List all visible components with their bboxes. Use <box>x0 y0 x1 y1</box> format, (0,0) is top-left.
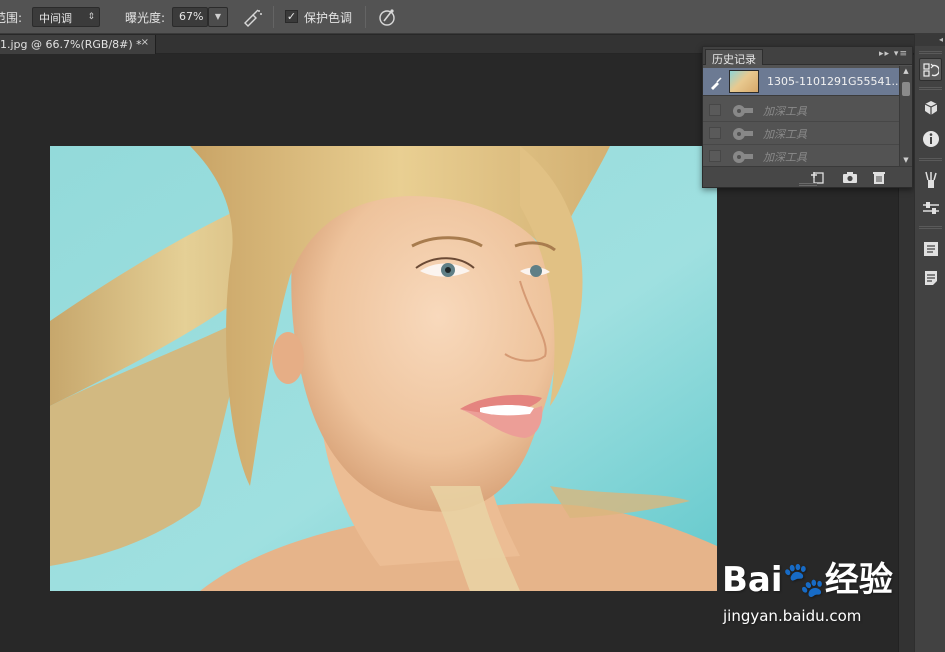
panel-resize-grip[interactable] <box>799 183 817 186</box>
history-step[interactable]: 加深工具 <box>703 99 899 122</box>
select-arrows-icon: ⇕ <box>87 12 95 22</box>
history-step-label: 加深工具 <box>763 128 807 141</box>
exposure-dropdown-button[interactable]: ▼ <box>208 7 228 27</box>
options-separator <box>365 6 366 28</box>
history-panel-header: 历史记录 ▸▸ ▾≡ <box>703 47 912 66</box>
watermark-logo: Bai🐾经验 <box>722 560 893 600</box>
exposure-label: 曝光度: <box>125 11 166 25</box>
airbrush-icon[interactable] <box>241 6 263 28</box>
document-tab-title: 1.jpg @ 66.7%(RGB/8#) * <box>0 38 142 51</box>
history-snapshot[interactable]: 1305-1101291G55541... <box>703 68 899 96</box>
scroll-up-icon[interactable]: ▲ <box>900 66 912 77</box>
trash-icon[interactable] <box>870 170 888 185</box>
history-scrollbar[interactable]: ▲ ▼ <box>899 66 912 166</box>
protect-tones-checkbox[interactable]: ✓ <box>285 10 298 23</box>
info-icon[interactable] <box>919 127 942 150</box>
adjustments-icon[interactable] <box>919 196 942 219</box>
burn-tool-icon <box>733 105 753 117</box>
protect-tones-label: 保护色调 <box>304 11 353 25</box>
history-step[interactable]: 加深工具 <box>703 122 899 145</box>
history-tab[interactable]: 历史记录 <box>705 49 763 66</box>
dock-grip[interactable] <box>919 226 942 229</box>
document-tab[interactable]: 1.jpg @ 66.7%(RGB/8#) * × <box>0 35 156 54</box>
burn-tool-icon <box>733 128 753 140</box>
collapse-dock-icon[interactable]: ◂ <box>915 34 945 46</box>
snapshot-thumbnail <box>729 70 759 93</box>
snapshot-name: 1305-1101291G55541... <box>767 75 899 88</box>
dock-grip[interactable] <box>919 158 942 161</box>
history-source-checkbox[interactable] <box>709 150 721 162</box>
history-panel: 历史记录 ▸▸ ▾≡ 1305-1101291G55541... 加深工具 加深… <box>702 46 913 188</box>
exposure-value: 67% <box>179 10 204 23</box>
panel-menu-icon[interactable]: ▸▸ ▾≡ <box>879 49 908 59</box>
options-bar: 范围: 中间调 ⇕ 曝光度: 67% ▼ ✓ 保护色调 <box>0 0 945 34</box>
scroll-thumb[interactable] <box>902 82 910 96</box>
close-icon[interactable]: × <box>141 37 149 48</box>
exposure-input[interactable]: 67% <box>172 7 208 27</box>
burn-tool-icon <box>733 151 753 163</box>
history-step-label: 加深工具 <box>763 105 807 118</box>
history-icon[interactable] <box>919 58 942 81</box>
options-separator <box>273 6 274 28</box>
dock-grip[interactable] <box>919 51 942 54</box>
history-step[interactable]: 加深工具 <box>703 145 899 166</box>
range-label: 范围: <box>0 11 23 25</box>
range-select-value: 中间调 <box>39 12 72 25</box>
history-list: 1305-1101291G55541... 加深工具 加深工具 加深工具 <box>703 66 899 166</box>
history-brush-icon[interactable] <box>708 75 724 91</box>
watermark-url: jingyan.baidu.com <box>723 607 862 625</box>
baidu-jingyan-watermark: Bai🐾经验 jingyan.baidu.com <box>722 552 942 632</box>
pressure-size-icon[interactable] <box>376 6 398 28</box>
history-source-checkbox[interactable] <box>709 104 721 116</box>
range-select[interactable]: 中间调 ⇕ <box>32 7 100 27</box>
portrait-photo <box>50 146 717 591</box>
photo-canvas[interactable] <box>50 146 717 591</box>
history-source-checkbox[interactable] <box>709 127 721 139</box>
paragraph-styles-icon[interactable] <box>919 237 942 260</box>
scroll-down-icon[interactable]: ▼ <box>900 155 912 166</box>
dock-grip[interactable] <box>919 87 942 90</box>
history-step-label: 加深工具 <box>763 151 807 164</box>
notes-icon[interactable] <box>919 266 942 289</box>
brush-presets-icon[interactable] <box>919 168 942 191</box>
3d-cube-icon[interactable] <box>919 96 942 119</box>
camera-icon[interactable] <box>841 170 859 185</box>
